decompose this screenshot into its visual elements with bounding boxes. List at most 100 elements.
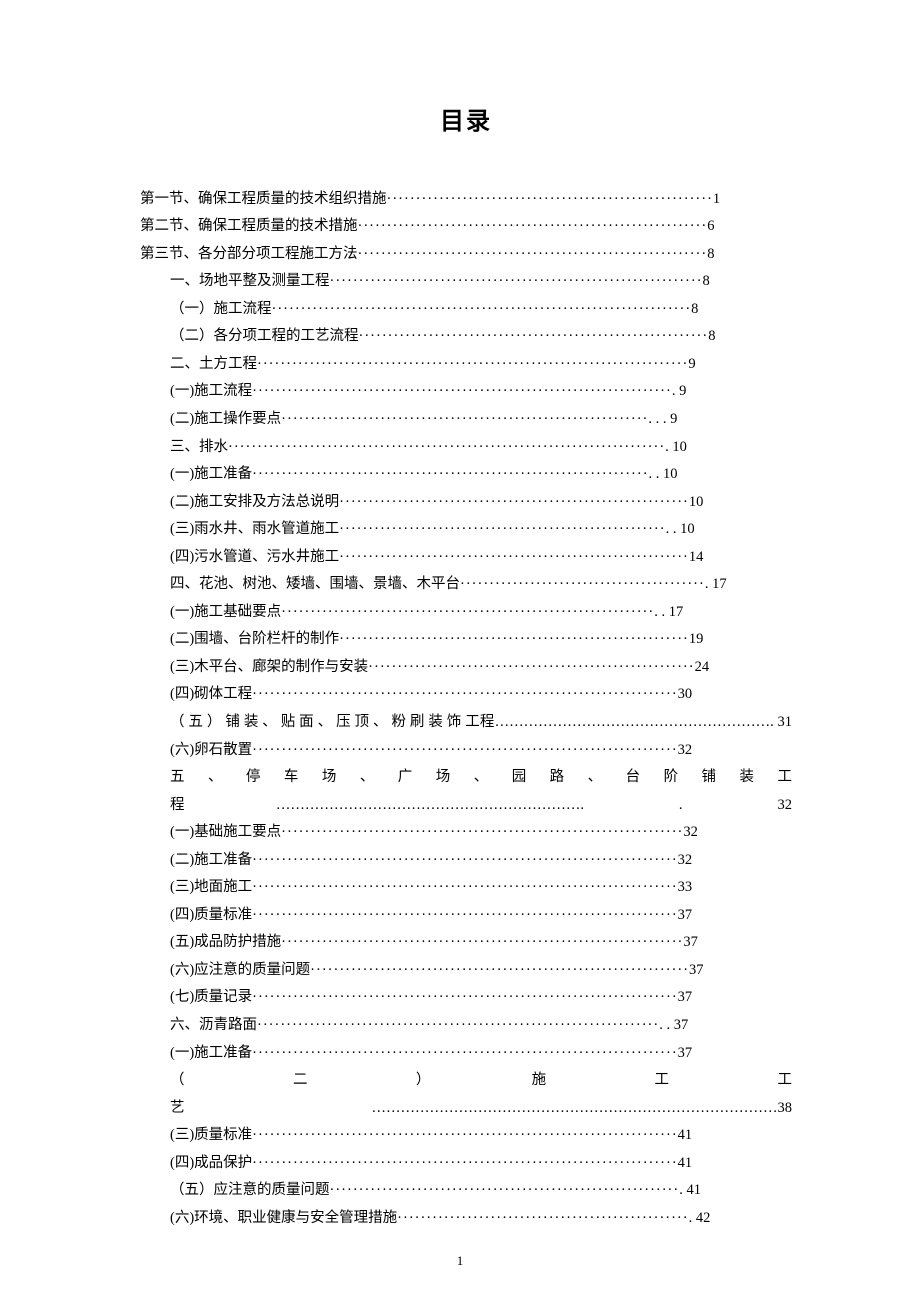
toc-entry: (一)施工准备·································… bbox=[140, 461, 792, 489]
toc-entry-leader: ········································… bbox=[272, 301, 692, 317]
toc-entry-leader: ········································… bbox=[359, 328, 709, 344]
toc-entry-leader: ········································… bbox=[252, 879, 678, 895]
toc-entry: （二）各分项工程的工艺流程···························… bbox=[140, 323, 792, 351]
toc-entry-leader: ········································… bbox=[252, 1155, 678, 1171]
toc-entry-label: (四)成品保护 bbox=[170, 1155, 252, 1171]
toc-entry: (六)应注意的质量问题·····························… bbox=[140, 957, 792, 985]
toc-entry-label: 三、排水 bbox=[170, 439, 228, 455]
toc-entry-page: 37 bbox=[678, 989, 693, 1005]
toc-entry: 六、沥青路面··································… bbox=[140, 1012, 792, 1040]
toc-entry-page: 37 bbox=[683, 934, 698, 950]
toc-entry-page: 41 bbox=[678, 1127, 693, 1143]
page-title: 目录 bbox=[140, 100, 792, 146]
toc-entry: (七)质量记录·································… bbox=[140, 984, 792, 1012]
toc-entry-leader: ········································… bbox=[257, 356, 688, 372]
toc-entry-label: (二)施工准备 bbox=[170, 852, 252, 868]
toc-entry-leader: ········································… bbox=[228, 439, 665, 455]
toc-entry-leader: ········································… bbox=[252, 686, 678, 702]
toc-entry-page: . 17 bbox=[705, 576, 727, 592]
toc-entry-leader: ········································… bbox=[257, 1017, 659, 1033]
toc-entry-page: 8 bbox=[691, 301, 698, 317]
toc-entry-leader: ········································… bbox=[281, 411, 648, 427]
toc-entry: (三)雨水井、雨水管道施工···························… bbox=[140, 516, 792, 544]
toc-entry: (一)施工准备·································… bbox=[140, 1040, 792, 1068]
toc-entry-label: (六)环境、职业健康与安全管理措施 bbox=[170, 1210, 397, 1226]
toc-entry-leader: ········································… bbox=[339, 549, 689, 565]
toc-entry-page: 32 bbox=[678, 852, 693, 868]
toc-entry-label: (六)卵石散置 bbox=[170, 742, 252, 758]
toc-entry-label: (三)雨水井、雨水管道施工 bbox=[170, 521, 339, 537]
toc-entry: (二)围墙、台阶栏杆的制作···························… bbox=[140, 626, 792, 654]
toc-entry: （ 二 ） 施 工 工艺…………………………………………………………………………… bbox=[140, 1067, 792, 1122]
toc-entry-label: (四)污水管道、污水井施工 bbox=[170, 549, 339, 565]
toc-entry-label: （一）施工流程 bbox=[170, 301, 272, 317]
page-number: 1 bbox=[0, 1249, 920, 1274]
toc-entry: (一)施工基础要点·······························… bbox=[140, 599, 792, 627]
toc-entry-page: 19 bbox=[689, 631, 704, 647]
toc-entry: (三)地面施工·································… bbox=[140, 874, 792, 902]
toc-entry-page: 33 bbox=[678, 879, 693, 895]
toc-entry-label: (三)木平台、廊架的制作与安装 bbox=[170, 659, 368, 675]
toc-entry-page: . 41 bbox=[679, 1182, 701, 1198]
toc-entry-label: （五）应注意的质量问题 bbox=[170, 1182, 330, 1198]
toc-entry: (四)成品保护·································… bbox=[140, 1150, 792, 1178]
document-page: 目录 第一节、确保工程质量的技术组织措施····················… bbox=[0, 0, 920, 1302]
toc-entry-label: (一)施工准备 bbox=[170, 1045, 252, 1061]
toc-entry: (五)成品防护措施·······························… bbox=[140, 929, 792, 957]
toc-entry: 五 、 停 车 场 、 广 场 、 园 路 、 台 阶 铺 装 工程………………… bbox=[140, 764, 792, 819]
toc-entry-leader: ········································… bbox=[330, 1182, 680, 1198]
toc-entry-label: (一)施工流程 bbox=[170, 383, 252, 399]
toc-entry: (二)施工安排及方法总说明···························… bbox=[140, 489, 792, 517]
toc-entry: (二)施工操作要点·······························… bbox=[140, 406, 792, 434]
toc-entry-leader: ········································… bbox=[358, 246, 708, 262]
toc-entry: （一）施工流程·································… bbox=[140, 296, 792, 324]
toc-entry-page: 8 bbox=[708, 328, 715, 344]
toc-entry: 第一节、确保工程质量的技术组织措施·······················… bbox=[140, 186, 792, 214]
toc-entry: (二)施工准备·································… bbox=[140, 847, 792, 875]
toc-entry-page: 24 bbox=[695, 659, 710, 675]
toc-entry-label: 六、沥青路面 bbox=[170, 1017, 257, 1033]
toc-entry-label: (四)质量标准 bbox=[170, 907, 252, 923]
toc-entry-leader: ········································… bbox=[252, 466, 648, 482]
toc-entry-leader: ········································… bbox=[460, 576, 705, 592]
toc-entry-leader: ········································… bbox=[252, 383, 672, 399]
toc-entry-leader: ········································… bbox=[358, 218, 708, 234]
toc-entry-page: 32 bbox=[683, 824, 698, 840]
toc-entry-page: . 9 bbox=[672, 383, 687, 399]
toc-entry-leader: ········································… bbox=[252, 1045, 678, 1061]
toc-entry-page: 41 bbox=[678, 1155, 693, 1171]
toc-entry-leader: ········································… bbox=[252, 1127, 678, 1143]
toc-entry-leader: ········································… bbox=[339, 631, 689, 647]
toc-entry-leader: ········································… bbox=[339, 494, 689, 510]
toc-entry-label: 一、场地平整及测量工程 bbox=[170, 273, 330, 289]
toc-entry-label: (五)成品防护措施 bbox=[170, 934, 281, 950]
toc-entry-leader: ········································… bbox=[252, 742, 678, 758]
toc-entry: (一)基础施工要点·······························… bbox=[140, 819, 792, 847]
toc-entry: (三)木平台、廊架的制作与安装·························… bbox=[140, 654, 792, 682]
toc-entry-page: . 10 bbox=[665, 439, 687, 455]
toc-entry: 一、场地平整及测量工程·····························… bbox=[140, 268, 792, 296]
toc-entry-page: . . 17 bbox=[654, 604, 683, 620]
toc-entry-label: 二、土方工程 bbox=[170, 356, 257, 372]
toc-entry: 二、土方工程··································… bbox=[140, 351, 792, 379]
toc-entry-page: 30 bbox=[678, 686, 693, 702]
toc-entry-page: . . 37 bbox=[659, 1017, 688, 1033]
toc-entry-label: (六)应注意的质量问题 bbox=[170, 962, 310, 978]
toc-entry-page: 1 bbox=[713, 191, 720, 207]
toc-entry: 三、排水····································… bbox=[140, 434, 792, 462]
toc-entry-page: 37 bbox=[678, 1045, 693, 1061]
toc-entry: （ 五 ） 铺 装 、 贴 面 、 压 顶 、 粉 刷 装 饰 工程………………… bbox=[140, 709, 792, 737]
toc-entry-page: 8 bbox=[703, 273, 710, 289]
toc-entry: (一)施工流程·································… bbox=[140, 378, 792, 406]
toc-entry-leader: ········································… bbox=[339, 521, 665, 537]
toc-entry-page: 8 bbox=[707, 246, 714, 262]
toc-entry-leader: ········································… bbox=[310, 962, 689, 978]
toc-entry: (四)砌体工程·································… bbox=[140, 681, 792, 709]
toc-entry-leader: ········································… bbox=[281, 934, 683, 950]
toc-entry-page: . . 10 bbox=[649, 466, 678, 482]
toc-entry-label: (三)质量标准 bbox=[170, 1127, 252, 1143]
toc-entry-label: (二)施工操作要点 bbox=[170, 411, 281, 427]
toc-entry-leader: ········································… bbox=[281, 824, 683, 840]
toc-entry: 第二节、确保工程质量的技术措施·························… bbox=[140, 213, 792, 241]
toc-entry-leader: ········································… bbox=[397, 1210, 688, 1226]
